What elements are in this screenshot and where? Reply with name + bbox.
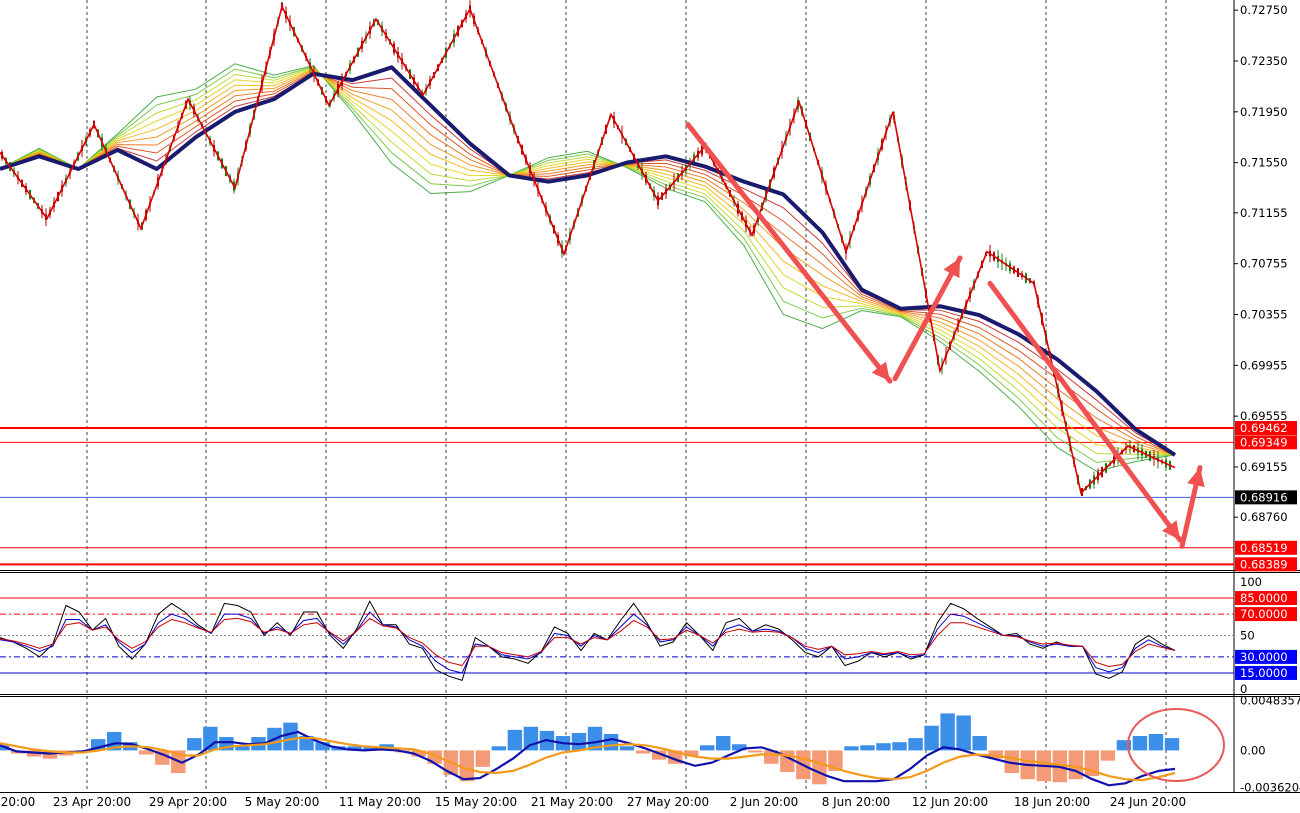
time-tick-label: 29 Apr 20:00 <box>149 795 227 809</box>
price-tick-label: 0.71155 <box>1240 206 1288 220</box>
osc-tick-label: 100 <box>1240 575 1262 589</box>
histogram-bar <box>956 715 971 751</box>
price-tick-label: 0.69955 <box>1240 358 1288 372</box>
histogram-panel: 0.0048357 0.00 -0.0036204 <box>0 694 1300 795</box>
osc-level-label: 30.0000 <box>1240 650 1288 664</box>
histogram-bar <box>940 713 955 751</box>
histogram-bar <box>860 745 875 751</box>
price-levels: 0.694620.69349 0.68916 0.68519 0.68389 <box>0 420 1297 572</box>
time-tick-label: 23 Apr 20:00 <box>53 795 131 809</box>
histogram-bar <box>603 733 619 751</box>
zigzag-line <box>0 4 1176 495</box>
candles <box>1 0 1171 497</box>
forex-chart[interactable]: 20:00 23 Apr 20:00 29 Apr 20:00 5 May 20:00… <box>0 0 1300 809</box>
time-tick-label: 8 Jun 20:00 <box>822 795 891 809</box>
histogram-bar <box>1164 738 1180 751</box>
price-tick-label: 0.70755 <box>1240 257 1288 271</box>
histogram-bar <box>699 745 715 751</box>
histogram-bar <box>507 729 523 751</box>
time-tick-label: 15 May 20:00 <box>435 795 517 809</box>
hist-tick-label: -0.0036204 <box>1240 781 1300 795</box>
price-tick-label: 0.69155 <box>1240 460 1288 474</box>
histogram-bar <box>812 750 827 785</box>
time-tick-label: 18 Jun 20:00 <box>1014 795 1090 809</box>
histogram-bar <box>187 738 202 751</box>
histogram-bar <box>475 750 491 767</box>
level-label: 0.68519 <box>1240 541 1288 555</box>
osc-level-label: 85.0000 <box>1240 591 1288 605</box>
price-tick-label: 0.72350 <box>1240 54 1288 68</box>
histogram-bar <box>1148 733 1164 751</box>
histogram-bar <box>635 750 651 754</box>
level-label: 0.69462 <box>1240 421 1288 435</box>
histogram-bar <box>924 725 939 751</box>
histogram-bar <box>1132 736 1148 751</box>
histogram-bar <box>908 738 923 751</box>
ribbon-line <box>0 69 1176 456</box>
time-axis: 20:00 23 Apr 20:00 29 Apr 20:00 5 May 20:00… <box>1 795 1186 809</box>
ribbon-line <box>0 68 1176 456</box>
time-tick-label: 12 Jun 20:00 <box>912 795 988 809</box>
time-tick-label: 24 Jun 20:00 <box>1110 795 1186 809</box>
level-label: 0.69349 <box>1240 435 1288 449</box>
time-tick-label: 5 May 20:00 <box>245 795 320 809</box>
trend-arrow-head <box>1187 467 1205 488</box>
chart-canvas[interactable]: 20:00 23 Apr 20:00 29 Apr 20:00 5 May 20:00… <box>0 0 1300 809</box>
histogram-bar <box>491 746 507 751</box>
histogram-bar <box>459 750 475 782</box>
histogram-bar <box>972 736 987 751</box>
price-tick-label: 0.70355 <box>1240 307 1288 321</box>
osc-level-label: 70.0000 <box>1240 607 1288 621</box>
histogram-bar <box>571 732 587 751</box>
time-tick-label: 11 May 20:00 <box>339 795 421 809</box>
level-label: 0.68916 <box>1240 490 1288 504</box>
oscillator-panel: 10050085.000070.000030.000015.0000 <box>0 575 1297 696</box>
histogram-bar <box>876 743 891 751</box>
time-tick-label: 27 May 20:00 <box>627 795 709 809</box>
histogram-bar <box>892 742 907 751</box>
histogram-bar <box>1068 750 1084 780</box>
time-tick-label: 2 Jun 20:00 <box>730 795 799 809</box>
price-tick-label: 0.71550 <box>1240 156 1288 170</box>
price-tick-label: 0.68760 <box>1240 510 1288 524</box>
time-tick-label: 20:00 <box>1 795 36 809</box>
hist-tick-label: 0.00 <box>1240 743 1266 757</box>
osc-level-label: 15.0000 <box>1240 666 1288 680</box>
trend-arrow-shaft <box>987 280 1183 543</box>
hist-tick-label: 0.0048357 <box>1240 694 1300 708</box>
price-tick-label: 0.71950 <box>1240 105 1288 119</box>
time-tick-label: 21 May 20:00 <box>531 795 613 809</box>
histogram-bar <box>283 722 298 751</box>
histogram-bar <box>748 750 763 753</box>
histogram-bar <box>844 746 859 751</box>
histogram-bar <box>716 736 731 751</box>
histogram-bar <box>1100 750 1116 761</box>
histogram-bar <box>619 746 635 751</box>
histogram-bar <box>523 726 539 751</box>
ribbon-line <box>0 70 1176 456</box>
level-label: 0.68389 <box>1240 557 1288 571</box>
price-tick-label: 0.72750 <box>1240 3 1288 17</box>
trend-arrow-shaft <box>685 122 893 384</box>
ribbon-line <box>0 63 1176 472</box>
osc-tick-label: 50 <box>1240 629 1255 643</box>
ma-ribbon <box>0 63 1176 472</box>
